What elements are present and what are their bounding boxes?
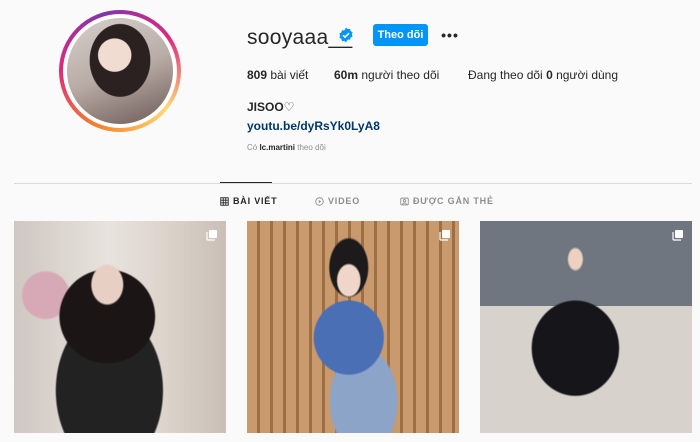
tab-posts-label: BÀI VIẾT	[233, 196, 278, 206]
multiple-photos-icon	[206, 230, 217, 241]
tab-tagged-label: ĐƯỢC GẮN THẺ	[413, 196, 494, 206]
followed-by-suffix: theo dõi	[295, 143, 326, 152]
play-icon	[315, 196, 324, 206]
followers-count: 60m	[334, 68, 359, 82]
grid-icon	[220, 196, 229, 206]
followed-by-prefix: Có	[247, 143, 260, 152]
tab-video-label: VIDEO	[328, 196, 361, 206]
multiple-photos-icon	[672, 230, 683, 241]
followed-by-text[interactable]: Có lc.martini theo dõi	[247, 143, 326, 152]
profile-tabs: BÀI VIẾT VIDEO ĐƯỢC GẮN THẺ	[0, 196, 700, 210]
followers-label: người theo dõi	[358, 68, 440, 82]
avatar-border	[63, 14, 177, 128]
active-tab-indicator	[220, 182, 272, 183]
follow-button[interactable]: Theo dõi	[373, 24, 428, 46]
profile-full-name: JISOO♡	[247, 100, 295, 114]
tabs-divider	[14, 183, 692, 184]
verified-badge-icon	[339, 27, 353, 43]
posts-count: 809	[247, 68, 268, 82]
followed-by-user: lc.martini	[259, 143, 296, 152]
profile-username: sooyaaa__	[247, 26, 353, 49]
post-thumbnail[interactable]	[480, 221, 692, 433]
multiple-photos-icon	[439, 230, 450, 241]
posts-count-stat: 809 bài viết	[247, 68, 334, 82]
profile-website-link[interactable]: youtu.be/dyRsYk0LyA8	[247, 119, 380, 133]
tab-posts[interactable]: BÀI VIẾT	[220, 196, 277, 206]
following-count: 0	[546, 68, 553, 82]
tag-icon	[400, 197, 409, 205]
tab-video[interactable]: VIDEO	[315, 196, 360, 206]
followers-stat[interactable]: 60m người theo dõi	[334, 68, 468, 82]
tab-tagged[interactable]: ĐƯỢC GẮN THẺ	[400, 196, 494, 206]
posts-label: bài viết	[267, 68, 309, 82]
profile-avatar[interactable]	[59, 10, 181, 132]
following-stat[interactable]: Đang theo dõi 0 người dùng	[468, 68, 618, 82]
profile-stats: 809 bài viết 60m người theo dõi Đang the…	[247, 68, 618, 82]
following-prefix: Đang theo dõi	[468, 68, 547, 82]
avatar-photo	[67, 18, 173, 124]
post-thumbnail[interactable]	[247, 221, 459, 433]
post-thumbnail[interactable]	[14, 221, 226, 433]
following-label: người dùng	[552, 68, 619, 82]
more-options-icon[interactable]: •••	[440, 25, 460, 45]
